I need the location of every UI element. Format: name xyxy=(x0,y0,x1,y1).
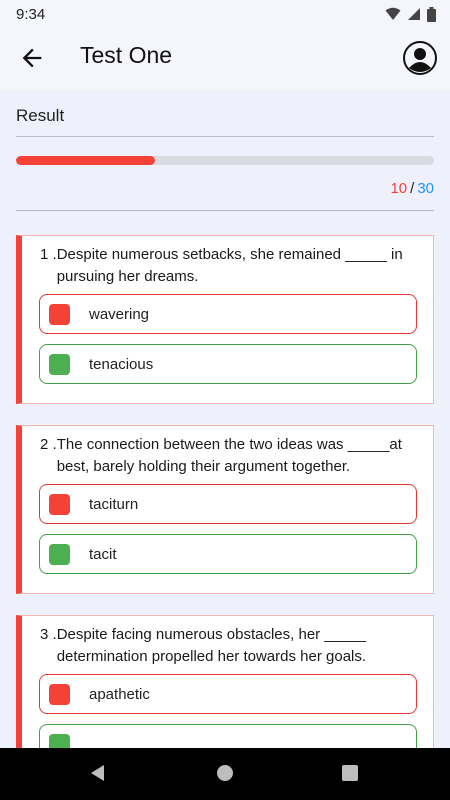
option-selected-wrong[interactable]: apathetic xyxy=(39,674,417,714)
question-text: 2 . The connection between the two ideas… xyxy=(40,434,425,478)
profile-button[interactable] xyxy=(402,40,438,76)
question-card: 2 . The connection between the two ideas… xyxy=(16,425,434,594)
correct-marker-icon xyxy=(49,543,70,565)
wrong-marker-icon xyxy=(49,683,70,705)
result-content: Result 10/30 1 . Despite numerous setbac… xyxy=(16,92,434,748)
question-body: Despite numerous setbacks, she remained … xyxy=(56,246,403,285)
question-body: Despite facing numerous obstacles, her _… xyxy=(56,626,367,665)
battery-icon xyxy=(427,6,436,22)
wrong-marker-icon xyxy=(49,493,70,515)
result-heading: Result xyxy=(16,106,65,125)
back-button[interactable] xyxy=(18,44,46,72)
cellular-signal-icon xyxy=(408,8,420,20)
score-readout: 10/30 xyxy=(390,180,434,197)
question-text: 3 . Despite facing numerous obstacles, h… xyxy=(40,624,425,668)
nav-back-button[interactable] xyxy=(88,763,108,788)
wifi-icon xyxy=(385,7,401,20)
option-label: tenacious xyxy=(89,355,154,373)
triangle-back-icon xyxy=(91,765,104,781)
option-label: tacit xyxy=(89,545,117,563)
status-icons xyxy=(385,6,436,22)
score-progress-bar xyxy=(16,156,434,165)
correct-marker-icon xyxy=(49,353,70,375)
option-label: apathetic xyxy=(89,685,150,703)
question-number: 3 . xyxy=(40,626,57,643)
status-time: 9:34 xyxy=(16,5,46,23)
score-correct: 10 xyxy=(390,180,408,197)
question-text: 1 . Despite numerous setbacks, she remai… xyxy=(40,244,425,288)
option-selected-wrong[interactable]: wavering xyxy=(39,294,417,334)
option-correct[interactable]: tenacious xyxy=(39,344,417,384)
square-recents-icon xyxy=(342,765,358,781)
question-card: 1 . Despite numerous setbacks, she remai… xyxy=(16,235,434,404)
score-progress-fill xyxy=(16,156,156,165)
score-total: 30 xyxy=(417,180,434,197)
arrow-back-icon xyxy=(22,48,42,68)
question-card: 3 . Despite facing numerous obstacles, h… xyxy=(16,615,434,748)
option-label: wavering xyxy=(89,305,150,323)
option-correct[interactable]: tacit xyxy=(39,534,417,574)
score-separator: / xyxy=(410,180,415,197)
wrong-marker-icon xyxy=(49,303,70,325)
divider xyxy=(16,136,434,137)
option-label: taciturn xyxy=(89,495,139,513)
option-correct[interactable] xyxy=(39,724,417,748)
page-title: Test One xyxy=(80,42,173,68)
nav-recents-button[interactable] xyxy=(340,763,360,788)
app-bar: Test One xyxy=(0,28,450,90)
question-number: 2 . xyxy=(40,436,57,453)
question-number: 1 . xyxy=(40,246,57,263)
status-bar: 9:34 xyxy=(0,0,450,28)
system-navigation-bar xyxy=(0,748,450,800)
correct-marker-icon xyxy=(49,733,70,748)
circle-home-icon xyxy=(217,765,233,781)
account-circle-icon xyxy=(403,41,437,75)
nav-home-button[interactable] xyxy=(215,763,235,788)
question-body: The connection between the two ideas was… xyxy=(56,436,402,475)
option-selected-wrong[interactable]: taciturn xyxy=(39,484,417,524)
divider xyxy=(16,210,434,211)
